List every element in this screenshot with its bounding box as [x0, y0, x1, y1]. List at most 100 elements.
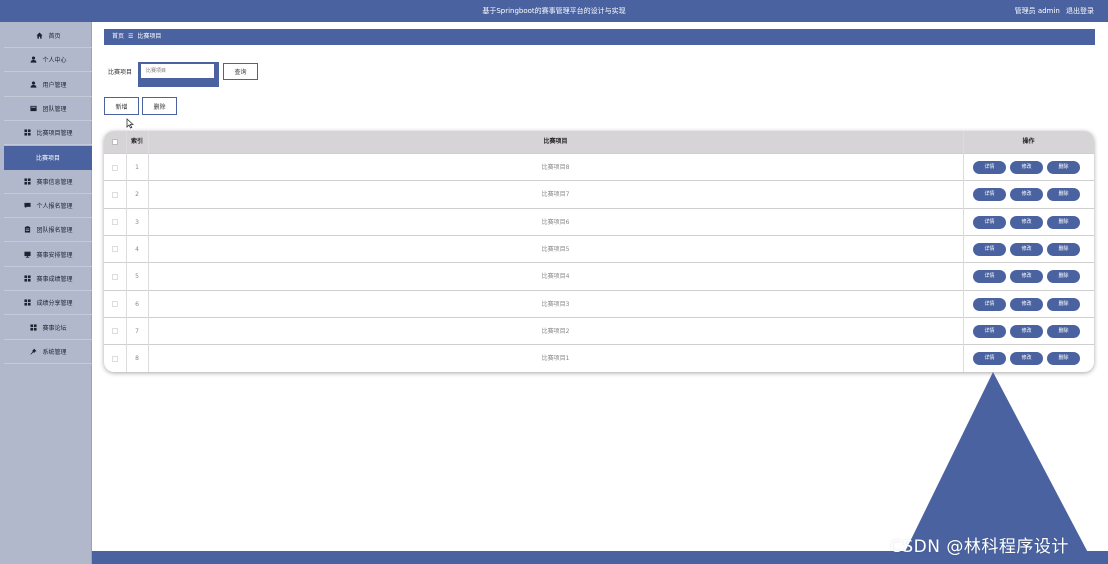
- edit-button[interactable]: 修改: [1010, 188, 1043, 202]
- row-index: 1: [135, 164, 139, 171]
- user-icon: [29, 80, 37, 88]
- add-button[interactable]: 新增: [104, 97, 139, 115]
- row-checkbox[interactable]: [112, 301, 118, 307]
- home-icon: [35, 32, 43, 40]
- sidebar-item-label: 赛事安排管理: [36, 251, 73, 259]
- sidebar: 首页个人中心 用户管理 团队管理 比赛项目管理比赛项目赛事信息管理 个人报名管理 团队报名…: [0, 22, 92, 564]
- row-index: 3: [135, 218, 139, 226]
- row-name: 比赛项目8: [541, 164, 570, 171]
- sidebar-item[interactable]: 首页: [4, 24, 92, 48]
- row-select-cell: [104, 181, 126, 208]
- row-select-cell: [104, 345, 126, 372]
- edit-button[interactable]: 修改: [1010, 161, 1043, 174]
- edit-button[interactable]: 修改: [1010, 352, 1043, 366]
- row-index: 5: [135, 273, 139, 281]
- detail-button[interactable]: 详情: [973, 188, 1006, 202]
- detail-button[interactable]: 详情: [973, 352, 1006, 366]
- row-delete-button[interactable]: 删除: [1047, 270, 1080, 284]
- row-delete-button[interactable]: 删除: [1047, 324, 1080, 338]
- row-select-cell: [104, 236, 126, 263]
- row-index: 7: [135, 327, 139, 335]
- table-row: 7 比赛项目2 详情 修改 删除: [104, 316, 1094, 344]
- breadcrumb-home[interactable]: 首页: [112, 33, 124, 40]
- row-delete-button[interactable]: 删除: [1047, 188, 1080, 202]
- sidebar-item[interactable]: 成绩分享管理: [4, 291, 92, 316]
- row-name: 比赛项目4: [541, 273, 570, 281]
- watermark: CSDN @林科程序设计: [890, 537, 1069, 557]
- sidebar-item[interactable]: 团队报名管理: [4, 218, 92, 243]
- table-row: 1 比赛项目8 详情 修改 删除: [104, 153, 1094, 180]
- row-index: 8: [135, 355, 139, 363]
- sidebar-item[interactable]: 赛事论坛: [4, 316, 92, 340]
- sidebar-item[interactable]: 系统管理: [4, 340, 92, 364]
- sidebar-item-label: 首页: [48, 33, 61, 40]
- row-delete-button[interactable]: 删除: [1047, 242, 1080, 256]
- row-index: 4: [135, 245, 139, 253]
- table-row: 4 比赛项目5 详情 修改 删除: [104, 234, 1094, 263]
- logout-link[interactable]: 退出登录: [1066, 7, 1094, 15]
- table-row: 6 比赛项目3 详情 修改 删除: [104, 289, 1094, 317]
- data-table: 索引 比赛项目 操作 1 比赛项目8 详情 修改 删除 2 比赛项目7 详情 修改 删除 3 比赛项目…: [104, 131, 1094, 372]
- sidebar-item[interactable]: 团队管理: [4, 97, 92, 121]
- sidebar-item[interactable]: 赛事成绩管理: [4, 267, 92, 291]
- edit-button[interactable]: 修改: [1010, 297, 1043, 311]
- row-delete-button[interactable]: 删除: [1047, 352, 1080, 366]
- search-input[interactable]: [141, 64, 214, 78]
- detail-button[interactable]: 详情: [973, 270, 1006, 284]
- sidebar-item[interactable]: 比赛项目管理: [4, 121, 92, 146]
- breadcrumb: 首页 ☰ 比赛项目: [104, 29, 1095, 45]
- table-header: 索引 比赛项目 操作: [104, 131, 1094, 153]
- row-checkbox[interactable]: [112, 191, 118, 198]
- row-delete-button[interactable]: 删除: [1047, 297, 1080, 311]
- sidebar-item-label: 比赛项目: [35, 155, 60, 162]
- delete-button[interactable]: 删除: [142, 97, 177, 115]
- edit-button[interactable]: 修改: [1010, 324, 1043, 338]
- row-select-cell: [104, 263, 126, 290]
- sidebar-item-label: 系统管理: [42, 348, 67, 356]
- row-name: 比赛项目3: [541, 300, 570, 308]
- select-all-cell: [104, 131, 126, 153]
- detail-button[interactable]: 详情: [973, 242, 1006, 256]
- row-delete-button[interactable]: 删除: [1047, 161, 1080, 174]
- detail-button[interactable]: 详情: [973, 324, 1006, 338]
- edit-button[interactable]: 修改: [1010, 242, 1043, 256]
- table-row: 8 比赛项目1 详情 修改 删除: [104, 344, 1094, 371]
- comment-icon: [23, 202, 31, 210]
- header-name: 比赛项目: [543, 138, 568, 145]
- sidebar-item[interactable]: 个人中心: [4, 48, 92, 73]
- user-area: 管理员 admin 退出登录: [1011, 0, 1094, 22]
- clipboard-icon: [23, 226, 31, 234]
- sidebar-item[interactable]: 用户管理: [4, 73, 92, 97]
- sidebar-item[interactable]: 赛事安排管理: [4, 243, 92, 267]
- sidebar-item[interactable]: 比赛项目: [4, 145, 92, 170]
- table-row: 3 比赛项目6 详情 修改 删除: [104, 207, 1094, 235]
- row-checkbox[interactable]: [112, 355, 118, 362]
- sidebar-item[interactable]: 个人报名管理: [4, 194, 92, 219]
- detail-button[interactable]: 详情: [973, 297, 1006, 311]
- sidebar-item-label: 成绩分享管理: [36, 300, 73, 308]
- select-all-checkbox[interactable]: [112, 138, 118, 145]
- row-checkbox[interactable]: [112, 219, 118, 226]
- edit-button[interactable]: 修改: [1010, 215, 1043, 229]
- row-name: 比赛项目1: [541, 355, 570, 363]
- grid-icon: [23, 129, 31, 137]
- app-title: 基于Springboot的赛事管理平台的设计与实现: [482, 7, 626, 15]
- detail-button[interactable]: 详情: [973, 161, 1006, 174]
- table-row: 2 比赛项目7 详情 修改 删除: [104, 180, 1094, 207]
- row-checkbox[interactable]: [112, 164, 118, 171]
- grid-icon: [23, 299, 31, 307]
- row-checkbox[interactable]: [112, 273, 118, 280]
- row-checkbox[interactable]: [112, 246, 118, 253]
- header-actions: 操作: [1022, 138, 1035, 145]
- row-select-cell: [104, 154, 126, 181]
- row-name: 比赛项目2: [541, 327, 570, 335]
- detail-button[interactable]: 详情: [973, 215, 1006, 229]
- sidebar-item[interactable]: 赛事信息管理: [4, 170, 92, 194]
- sidebar-item-label: 赛事论坛: [42, 324, 67, 332]
- grid-icon: [29, 323, 37, 331]
- row-checkbox[interactable]: [112, 328, 118, 335]
- row-delete-button[interactable]: 删除: [1047, 215, 1080, 229]
- query-button[interactable]: 查询: [223, 63, 258, 80]
- edit-button[interactable]: 修改: [1010, 270, 1043, 284]
- grid-icon: [23, 177, 31, 185]
